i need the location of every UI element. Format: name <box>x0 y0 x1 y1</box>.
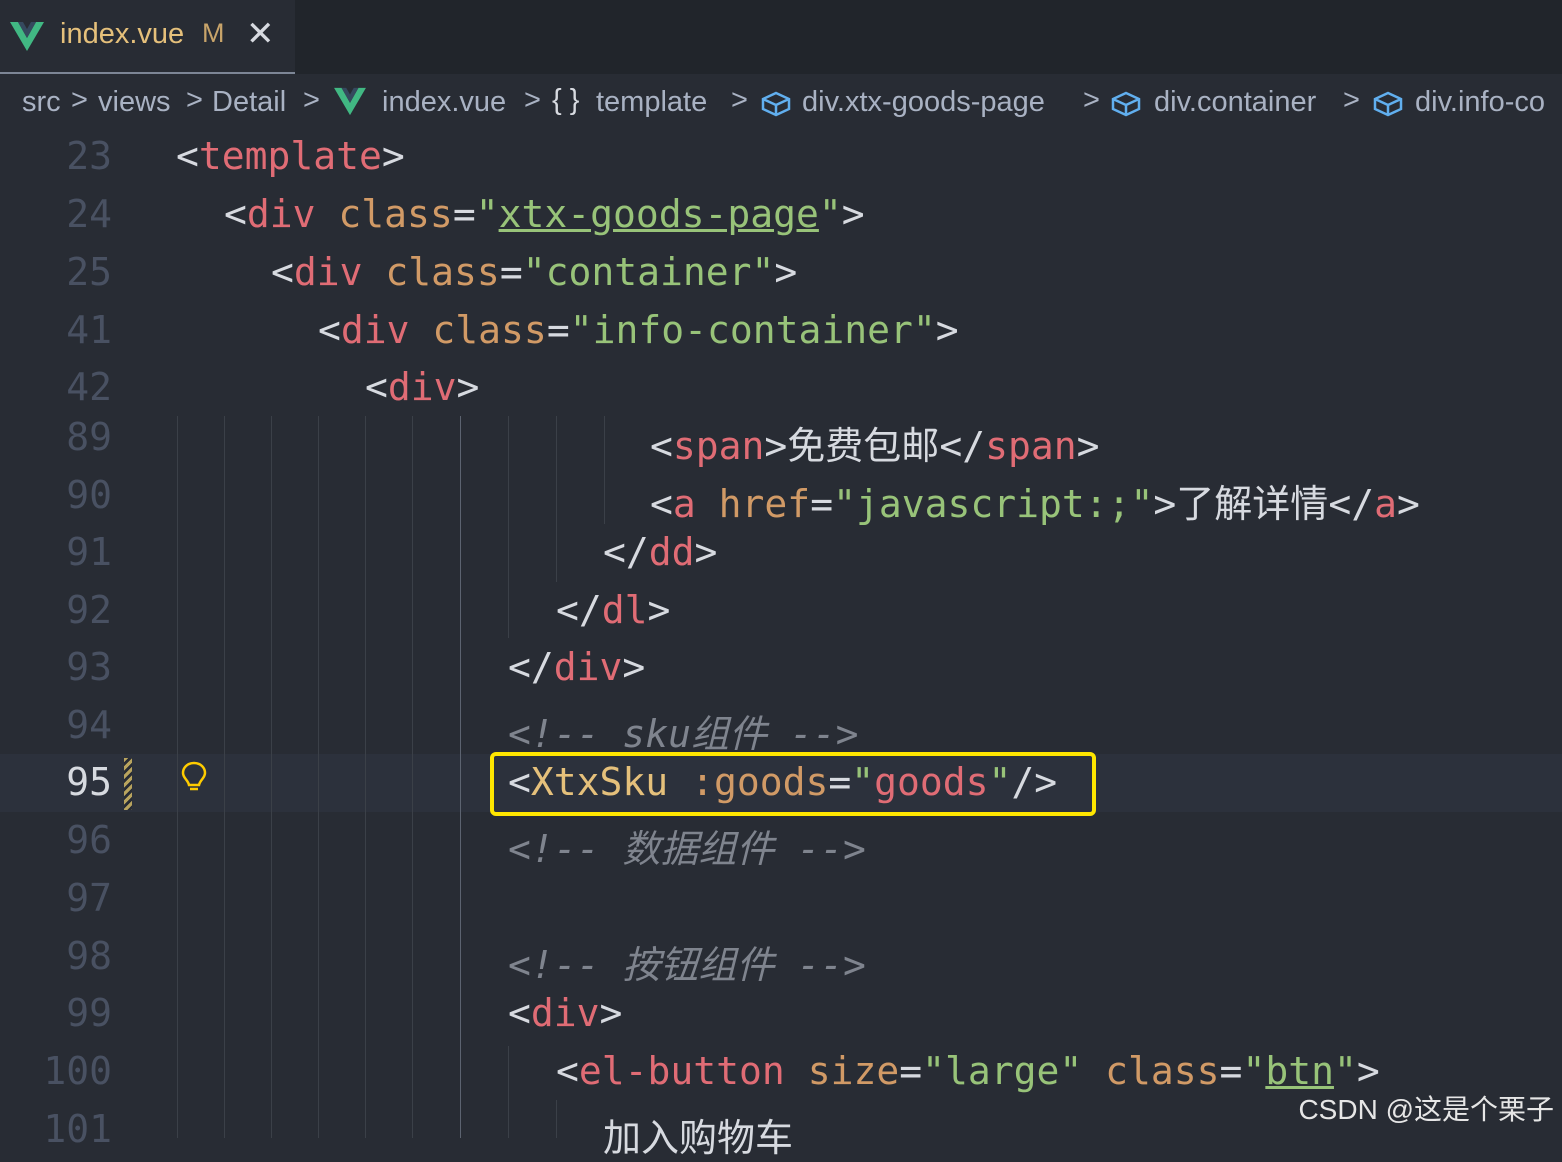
line-number-active: 95 <box>66 760 112 804</box>
indent-guide <box>365 416 366 1138</box>
vue-icon <box>10 22 44 51</box>
line-number: 96 <box>66 818 112 862</box>
breadcrumb-div-container[interactable]: div.container <box>1154 86 1316 119</box>
code-line-23[interactable]: <template> <box>176 134 405 178</box>
indent-guide <box>508 1046 509 1138</box>
indent-guide <box>177 416 178 1138</box>
chevron-right-icon: > <box>1343 84 1360 116</box>
modified-badge: M <box>202 18 225 48</box>
vue-icon <box>334 87 366 116</box>
breadcrumb-index-vue[interactable]: index.vue <box>382 86 506 119</box>
line-number: 42 <box>66 365 112 409</box>
breadcrumb-template[interactable]: template <box>596 86 707 119</box>
code-line-41[interactable]: <div class="info-container"> <box>318 308 959 352</box>
line-number: 101 <box>43 1107 112 1151</box>
element-cube-icon <box>1111 91 1141 117</box>
tab-bar: index.vue M ✕ <box>0 0 1562 74</box>
indent-guide <box>318 416 319 1138</box>
indent-guide <box>556 1100 557 1138</box>
line-number: 92 <box>66 588 112 632</box>
indent-guide <box>556 416 557 582</box>
indent-guide <box>460 416 461 1138</box>
breadcrumb-div-info-container[interactable]: div.info-co <box>1415 86 1545 119</box>
line-number: 99 <box>66 991 112 1035</box>
element-cube-icon <box>1373 91 1403 117</box>
chevron-right-icon: > <box>71 84 88 116</box>
breadcrumb-views[interactable]: views <box>98 86 171 119</box>
code-line-96[interactable]: <!-- 数据组件 --> <box>508 818 866 873</box>
chevron-right-icon: > <box>1083 84 1100 116</box>
code-line-91[interactable]: </dd> <box>603 530 717 574</box>
chevron-right-icon: > <box>524 84 541 116</box>
indent-guide <box>604 416 605 524</box>
indent-guide <box>224 416 225 1138</box>
line-number: 23 <box>66 134 112 178</box>
code-line-99[interactable]: <div> <box>508 991 622 1035</box>
modified-line-marker <box>124 758 132 810</box>
lightbulb-icon[interactable] <box>180 760 208 794</box>
editor-tab[interactable]: index.vue M ✕ <box>0 0 295 74</box>
code-line-101[interactable]: 加入购物车 <box>603 1107 793 1162</box>
line-number: 98 <box>66 934 112 978</box>
breadcrumb-src[interactable]: src <box>22 86 61 119</box>
line-number: 24 <box>66 192 112 236</box>
code-line-93[interactable]: </div> <box>508 645 645 689</box>
element-cube-icon <box>761 91 791 117</box>
code-line-98[interactable]: <!-- 按钮组件 --> <box>508 934 866 989</box>
indent-guide <box>508 416 509 638</box>
chevron-right-icon: > <box>186 84 203 116</box>
line-number: 25 <box>66 250 112 294</box>
code-line-24[interactable]: <div class="xtx-goods-page"> <box>224 192 865 236</box>
code-line-89[interactable]: <span>免费包邮</span> <box>650 415 1099 470</box>
code-line-92[interactable]: </dl> <box>556 588 670 632</box>
indent-guide <box>412 416 413 1138</box>
line-number: 94 <box>66 703 112 747</box>
code-line-42[interactable]: <div> <box>365 365 479 409</box>
annotation-highlight-box <box>490 752 1096 816</box>
chevron-right-icon: > <box>731 84 748 116</box>
code-line-25[interactable]: <div class="container"> <box>271 250 797 294</box>
code-line-94[interactable]: <!-- sku组件 --> <box>508 703 859 758</box>
close-icon[interactable]: ✕ <box>246 12 275 56</box>
watermark: CSDN @这是个栗子 <box>1298 1094 1554 1125</box>
line-number: 41 <box>66 308 112 352</box>
braces-icon: { } <box>552 84 580 116</box>
breadcrumb: src > views > Detail > index.vue > { } t… <box>0 78 1562 130</box>
tab-filename: index.vue <box>60 18 185 50</box>
line-number: 90 <box>66 473 112 517</box>
chevron-right-icon: > <box>303 84 320 116</box>
line-number: 93 <box>66 645 112 689</box>
line-number: 100 <box>43 1049 112 1093</box>
code-line-100[interactable]: <el-button size="large" class="btn"> <box>556 1049 1380 1093</box>
line-number: 91 <box>66 530 112 574</box>
code-line-90[interactable]: <a href="javascript:;">了解详情</a> <box>650 473 1420 528</box>
line-number: 89 <box>66 415 112 459</box>
line-number: 97 <box>66 876 112 920</box>
breadcrumb-detail[interactable]: Detail <box>212 86 286 119</box>
breadcrumb-div-xtx-goods-page[interactable]: div.xtx-goods-page <box>802 86 1045 119</box>
indent-guide <box>271 416 272 1138</box>
